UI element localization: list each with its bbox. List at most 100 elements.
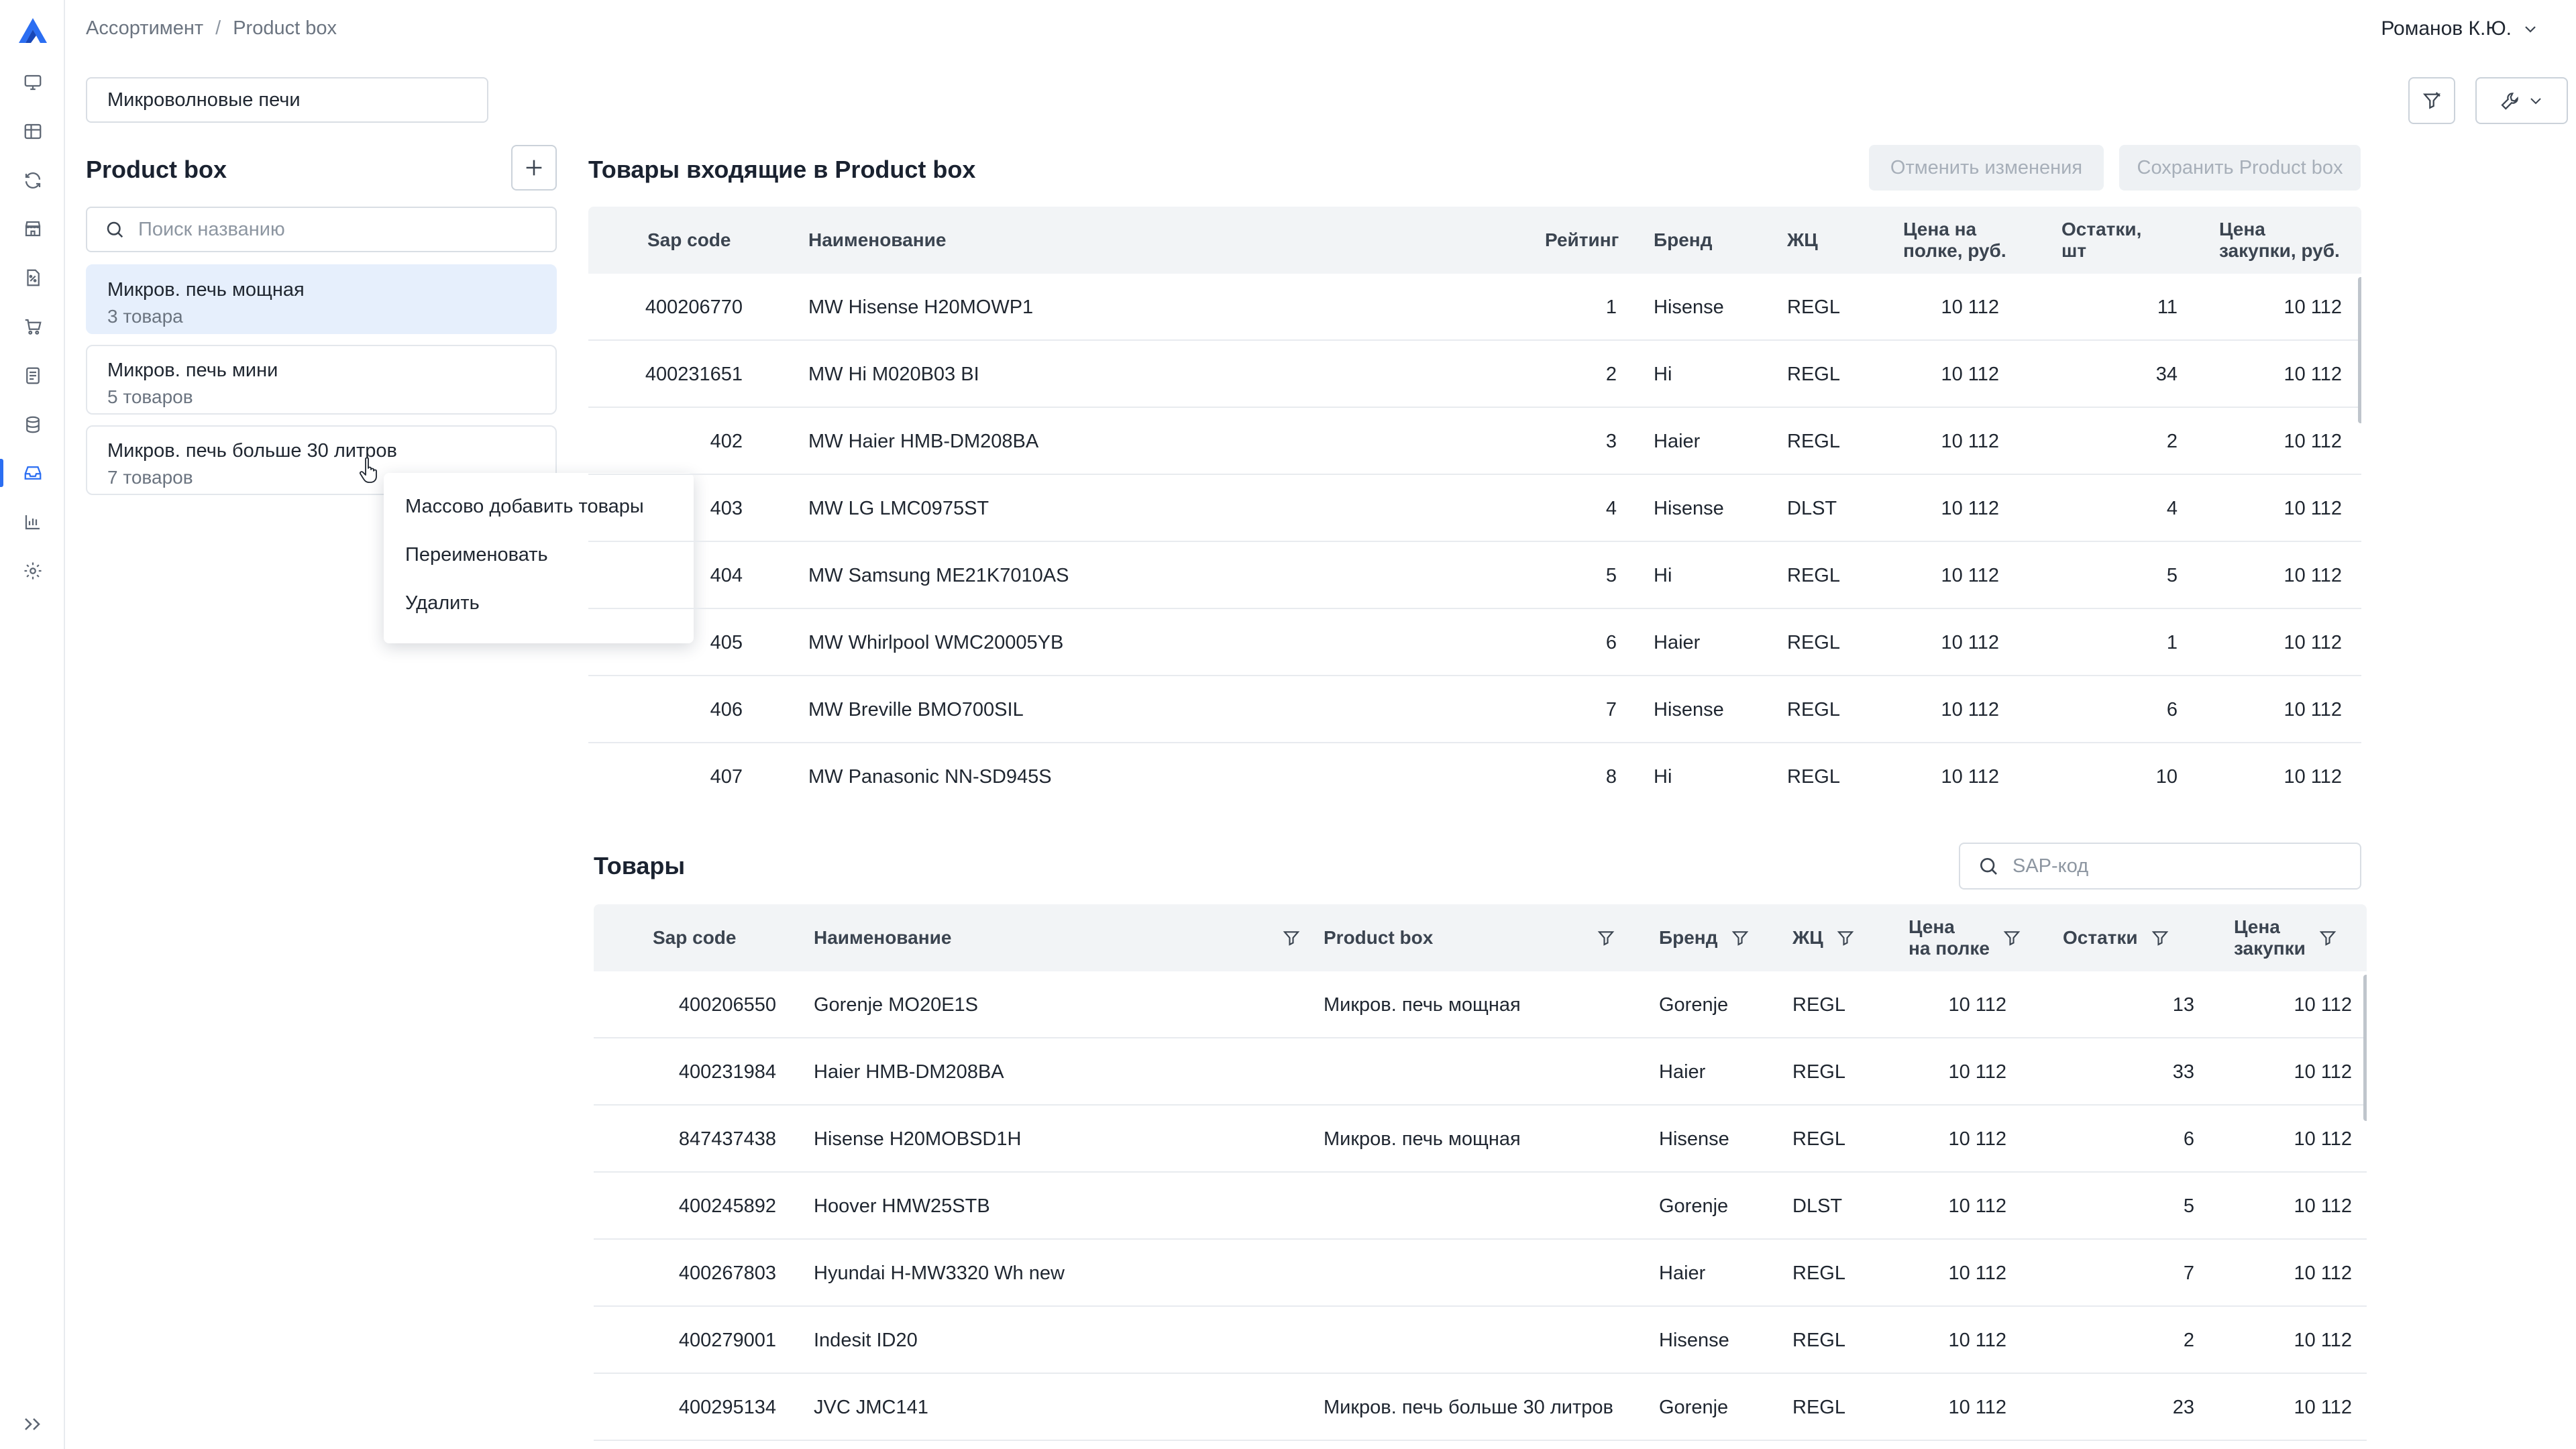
cell-brand: Hi bbox=[1654, 564, 1672, 586]
column-header-brand[interactable]: Бренд bbox=[1659, 904, 1750, 971]
product-box-search-placeholder: Поиск названию bbox=[138, 218, 285, 240]
column-header-label: Остатки bbox=[2063, 927, 2138, 948]
product-box-item-name: Микров. печь мощная bbox=[107, 279, 305, 301]
gear-icon[interactable] bbox=[23, 561, 43, 581]
cell-lc: REGL bbox=[1787, 564, 1840, 586]
reset-filters-button[interactable] bbox=[2408, 77, 2455, 124]
add-product-box-button[interactable] bbox=[511, 145, 557, 191]
table-row[interactable]: 406 MW Breville BMO700SIL 7 Hisense REGL 10 1… bbox=[588, 676, 2361, 743]
filter-icon[interactable] bbox=[2150, 928, 2170, 948]
grid-icon[interactable] bbox=[23, 121, 43, 142]
column-header-rating[interactable]: Рейтинг bbox=[1545, 207, 1619, 274]
wrench-icon bbox=[2501, 93, 2518, 110]
cell-shelf: 10 112 bbox=[1948, 1329, 2006, 1351]
column-header-name[interactable]: Наименование bbox=[808, 207, 946, 274]
column-header-lc[interactable]: ЖЦ bbox=[1787, 207, 1818, 274]
cell-name: MW Hisense H20MOWP1 bbox=[808, 296, 1034, 318]
bar-chart-icon[interactable] bbox=[23, 512, 43, 532]
column-header-stock[interactable]: Остатки bbox=[2063, 904, 2170, 971]
cell-lc: REGL bbox=[1792, 1396, 1845, 1418]
cell-stock: 6 bbox=[2166, 698, 2178, 720]
monitor-icon[interactable] bbox=[23, 72, 43, 93]
store-icon[interactable] bbox=[23, 219, 43, 239]
included-products-title: Товары входящие в Product box bbox=[588, 156, 976, 183]
column-header-product-box[interactable]: Product box bbox=[1324, 904, 1433, 971]
cell-sap: 400279001 bbox=[678, 1329, 776, 1351]
sap-code-search[interactable]: SAP-код bbox=[1959, 843, 2361, 890]
save-product-box-button[interactable]: Сохранить Product box bbox=[2119, 145, 2361, 191]
table-row[interactable]: 400206770 MW Hisense H20MOWP1 1 Hisense REGL… bbox=[588, 274, 2361, 341]
filter-name-button[interactable] bbox=[1269, 904, 1301, 971]
cell-purchase: 10 112 bbox=[2294, 1195, 2352, 1217]
table-row[interactable]: 400231651 MW Hi M020B03 BI 2 Hi REGL 10 112 34… bbox=[588, 341, 2361, 408]
table-row[interactable]: 847437438 Hisense H20MOBSD1H Микров. печь … bbox=[594, 1106, 2367, 1173]
product-box-item[interactable]: Микров. печь мини 5 товаров bbox=[86, 345, 557, 415]
cell-purchase: 10 112 bbox=[2294, 1262, 2352, 1284]
database-icon[interactable] bbox=[23, 415, 43, 435]
column-header-shelf-price[interactable]: Цена на полке, руб. bbox=[1903, 207, 2006, 274]
cell-sap: 404 bbox=[710, 564, 743, 586]
column-header-purchase-price[interactable]: Цена закупки, руб. bbox=[2219, 207, 2340, 274]
cell-brand: Gorenje bbox=[1659, 1396, 1729, 1418]
filter-icon[interactable] bbox=[2002, 928, 2022, 948]
list-doc-icon[interactable] bbox=[23, 366, 43, 386]
product-box-item[interactable]: Микров. печь мощная 3 товара bbox=[86, 264, 557, 334]
table-row[interactable]: 403 MW LG LMC0975ST 4 Hisense DLST 10 112 4 10 … bbox=[588, 475, 2361, 542]
app-logo-icon[interactable] bbox=[16, 16, 50, 46]
cell-purchase: 10 112 bbox=[2294, 1128, 2352, 1150]
column-header-sap[interactable]: Sap code bbox=[653, 904, 736, 971]
table-header: Sap code Наименование Рейтинг Бренд ЖЦ Ц… bbox=[588, 207, 2361, 274]
filter-icon[interactable] bbox=[2318, 928, 2338, 948]
table-row[interactable]: 400231984 Haier HMB-DM208BA Haier REGL 10 11… bbox=[594, 1038, 2367, 1106]
column-header-sap[interactable]: Sap code bbox=[647, 207, 731, 274]
cart-icon[interactable] bbox=[23, 317, 43, 337]
cell-stock: 10 bbox=[2155, 765, 2178, 788]
column-header-line: закупки, руб. bbox=[2219, 240, 2340, 261]
column-header-line: Цена на bbox=[1903, 219, 1977, 239]
column-header-name[interactable]: Наименование bbox=[814, 904, 951, 971]
table-row[interactable]: 400206550 Gorenje MO20E1S Микров. печь мощ… bbox=[594, 971, 2367, 1038]
cell-name: Hoover HMW25STB bbox=[814, 1195, 990, 1217]
refresh-icon[interactable] bbox=[23, 170, 43, 191]
column-header-lc[interactable]: ЖЦ bbox=[1792, 904, 1856, 971]
column-header-line: шт bbox=[2061, 240, 2087, 261]
table-row[interactable]: 400279001 Indesit ID20 Hisense REGL 10 112 2 1… bbox=[594, 1307, 2367, 1374]
cancel-changes-button[interactable]: Отменить изменения bbox=[1869, 145, 2104, 191]
inbox-icon[interactable] bbox=[0, 459, 43, 487]
cell-purchase: 10 112 bbox=[2284, 564, 2342, 586]
cell-brand: Hisense bbox=[1654, 698, 1724, 720]
table-row[interactable]: 405 MW Whirlpool WMC20005YB 6 Haier REGL 10 1… bbox=[588, 609, 2361, 676]
cell-lc: REGL bbox=[1787, 631, 1840, 653]
cell-brand: Haier bbox=[1659, 1262, 1706, 1284]
cell-stock: 5 bbox=[2183, 1195, 2194, 1217]
cell-name: MW LG LMC0975ST bbox=[808, 497, 989, 519]
cell-shelf: 10 112 bbox=[1948, 1061, 2006, 1083]
table-row[interactable]: 407 MW Panasonic NN-SD945S 8 Hi REGL 10 112 10… bbox=[588, 743, 2361, 809]
product-box-item-name: Микров. печь больше 30 литров bbox=[107, 440, 397, 462]
user-menu[interactable]: Романов К.Ю. bbox=[2381, 17, 2538, 40]
column-header-purchase-price[interactable]: Цена закупки bbox=[2234, 904, 2338, 971]
table-row[interactable]: 402 MW Haier HMB-DM208BA 3 Haier REGL 10 112 2… bbox=[588, 408, 2361, 475]
table-row[interactable]: 400295134 JVC JMC141 Микров. печь больше 3… bbox=[594, 1374, 2367, 1441]
filter-icon[interactable] bbox=[1835, 928, 1856, 948]
tools-menu-button[interactable] bbox=[2475, 77, 2568, 124]
breadcrumb-item-assortment[interactable]: Ассортимент bbox=[86, 17, 203, 40]
table-row[interactable]: 404 MW Samsung ME21K7010AS 5 Hi REGL 10 112 5 1… bbox=[588, 542, 2361, 609]
table-row[interactable]: 400245892 Hoover HMW25STB Gorenje DLST 10 11… bbox=[594, 1173, 2367, 1240]
scrollbar-thumb[interactable] bbox=[2363, 975, 2367, 1121]
cell-brand: Haier bbox=[1654, 631, 1701, 653]
percent-doc-icon[interactable] bbox=[23, 268, 43, 288]
filter-icon[interactable] bbox=[1730, 928, 1750, 948]
column-header-stock[interactable]: Остатки, шт bbox=[2061, 207, 2141, 274]
table-row[interactable]: 400267803 Hyundai H-MW3320 Wh new Haier REG… bbox=[594, 1240, 2367, 1307]
product-box-search[interactable]: Поиск названию bbox=[86, 207, 557, 252]
column-header-shelf-price[interactable]: Цена на полке bbox=[1909, 904, 2022, 971]
expand-sidebar-icon[interactable] bbox=[21, 1414, 44, 1434]
cell-lc: REGL bbox=[1792, 1329, 1845, 1351]
category-select[interactable]: Микроволновые печи bbox=[86, 77, 488, 123]
filter-product-box-button[interactable] bbox=[1584, 904, 1616, 971]
scrollbar-thumb[interactable] bbox=[2358, 277, 2361, 423]
cell-name: MW Hi M020B03 BI bbox=[808, 363, 979, 385]
cell-purchase: 10 112 bbox=[2284, 765, 2342, 788]
column-header-brand[interactable]: Бренд bbox=[1654, 207, 1713, 274]
